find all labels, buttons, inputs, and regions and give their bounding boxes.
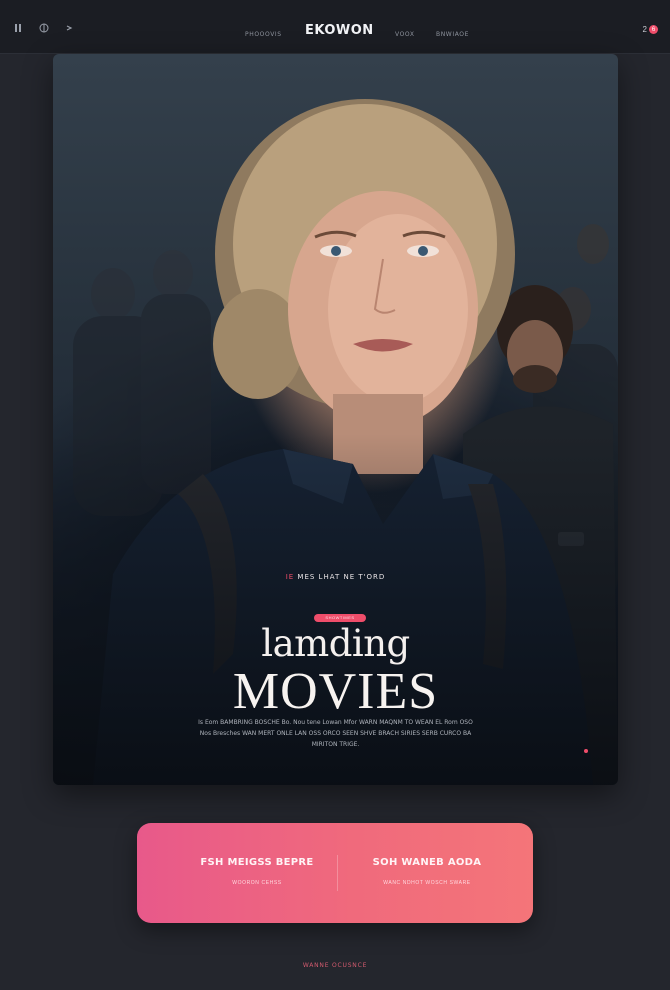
hero-kicker: IE MES LHAT NE T'ORD bbox=[53, 573, 618, 581]
hero-title-script: lamding bbox=[261, 622, 410, 665]
notification-indicator[interactable]: 2 6 bbox=[643, 25, 658, 34]
cta-left-subtitle: WOORON CEHSS bbox=[232, 880, 282, 886]
cta-right-button[interactable]: SOH WANEB AODA WANC NDHOT WOSCH SWARE bbox=[337, 857, 517, 886]
left-icon-group bbox=[12, 22, 76, 34]
cta-panel: FSH MEIGSS BEPRE WOORON CEHSS SOH WANEB … bbox=[137, 823, 533, 923]
kicker-mark: IE bbox=[285, 573, 295, 581]
hero-pill-tag[interactable]: SHOWTIMES bbox=[314, 614, 366, 622]
nav-link-2[interactable]: VOOX bbox=[395, 31, 415, 38]
cta-right-subtitle: WANC NDHOT WOSCH SWARE bbox=[383, 880, 471, 886]
cta-right-title: SOH WANEB AODA bbox=[372, 857, 482, 868]
globe-icon[interactable] bbox=[38, 22, 50, 34]
notification-count: 2 bbox=[642, 25, 647, 34]
brand-logo[interactable]: EKOWON bbox=[305, 23, 374, 38]
hero-title-main: MOVIES bbox=[232, 663, 439, 720]
arrow-icon[interactable] bbox=[64, 22, 76, 34]
notification-badge: 6 bbox=[649, 25, 658, 34]
menu-icon[interactable] bbox=[12, 22, 24, 34]
top-navigation-bar: PHOOOVIS EKOWON VOOX BNWIAOE 2 6 bbox=[0, 0, 670, 54]
nav-link-3[interactable]: BNWIAOE bbox=[436, 31, 469, 38]
indicator-dot bbox=[584, 749, 588, 753]
nav-link-1[interactable]: PHOOOVIS bbox=[245, 31, 282, 38]
cta-left-title: FSH MEIGSS BEPRE bbox=[200, 857, 314, 868]
kicker-text: MES LHAT NE T'ORD bbox=[297, 573, 386, 581]
footer-link[interactable]: WANNE OCUSNCE bbox=[0, 962, 670, 969]
hero-description: Is Eom BAMBRING BOSCHE Bo. Nou tene Lowa… bbox=[198, 719, 473, 748]
cta-left-button[interactable]: FSH MEIGSS BEPRE WOORON CEHSS bbox=[167, 857, 347, 886]
hero-poster-card[interactable]: IE MES LHAT NE T'ORD SHOWTIMES lamding M… bbox=[53, 54, 618, 785]
